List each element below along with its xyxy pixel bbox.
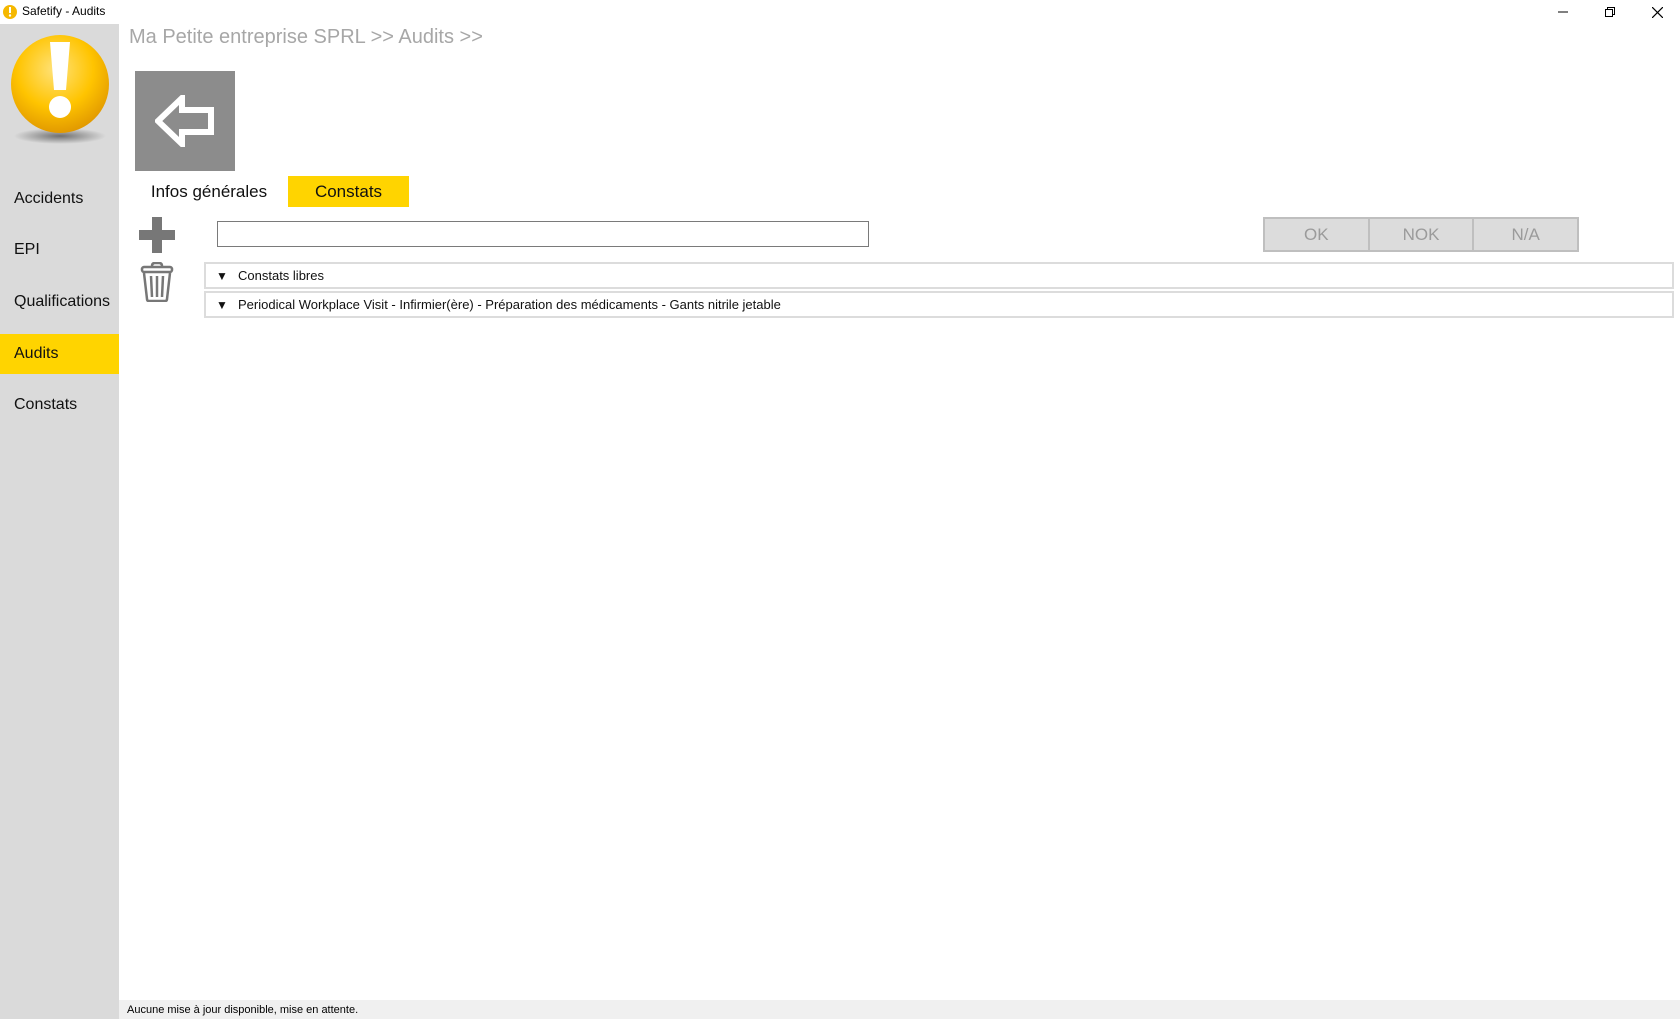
warning-icon xyxy=(3,5,17,19)
nok-button[interactable]: NOK xyxy=(1370,219,1475,250)
plus-icon[interactable] xyxy=(137,215,177,255)
sidebar-item-audits[interactable]: Audits xyxy=(0,334,119,374)
status-text: Aucune mise à jour disponible, mise en a… xyxy=(127,1003,359,1016)
trash-icon[interactable] xyxy=(139,262,175,302)
title-bar: Safetify - Audits xyxy=(0,0,1680,24)
sidebar: Accidents EPI Qualifications Audits Cons… xyxy=(0,24,119,1019)
back-button[interactable] xyxy=(135,71,235,171)
search-input[interactable] xyxy=(217,221,869,247)
sidebar-item-accidents[interactable]: Accidents xyxy=(0,179,119,219)
status-bar: Aucune mise à jour disponible, mise en a… xyxy=(119,1000,1680,1019)
sidebar-item-constats[interactable]: Constats xyxy=(0,385,119,425)
group-label: Periodical Workplace Visit - Infirmier(è… xyxy=(238,297,781,312)
close-icon xyxy=(1651,6,1663,18)
close-button[interactable] xyxy=(1634,0,1680,24)
window-title: Safetify - Audits xyxy=(22,4,106,18)
arrow-left-icon xyxy=(155,95,214,147)
minimize-button[interactable] xyxy=(1540,0,1586,24)
restore-icon xyxy=(1605,7,1615,17)
na-button[interactable]: N/A xyxy=(1474,219,1577,250)
group-row-periodical-workplace-visit[interactable]: ▼ Periodical Workplace Visit - Infirmier… xyxy=(204,291,1674,318)
sidebar-item-qualifications[interactable]: Qualifications xyxy=(0,282,119,322)
triangle-down-icon[interactable]: ▼ xyxy=(206,269,234,283)
group-label: Constats libres xyxy=(238,268,324,283)
sidebar-item-epi[interactable]: EPI xyxy=(0,230,119,270)
status-button-group: OK NOK N/A xyxy=(1263,217,1579,252)
triangle-down-icon[interactable]: ▼ xyxy=(206,298,234,312)
tab-infos-generales[interactable]: Infos générales xyxy=(140,176,278,207)
minimize-icon xyxy=(1558,11,1568,13)
warning-logo-icon xyxy=(11,35,109,144)
tab-constats[interactable]: Constats xyxy=(288,176,409,207)
group-row-constats-libres[interactable]: ▼ Constats libres xyxy=(204,262,1674,289)
restore-button[interactable] xyxy=(1587,0,1633,24)
breadcrumb: Ma Petite entreprise SPRL >> Audits >> xyxy=(129,26,483,48)
ok-button[interactable]: OK xyxy=(1265,219,1370,250)
